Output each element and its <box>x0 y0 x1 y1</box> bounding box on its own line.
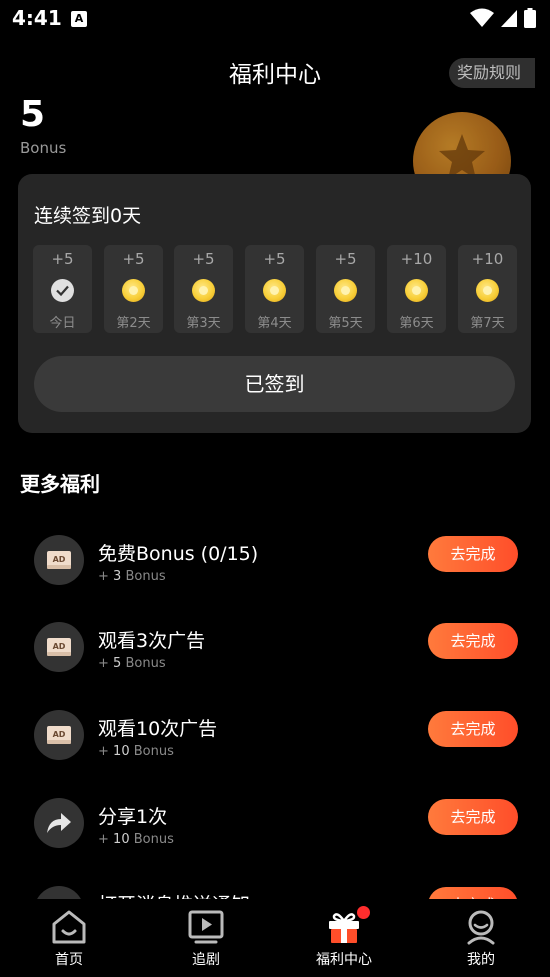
coin-icon <box>334 279 357 302</box>
svg-text:AD: AD <box>53 642 66 651</box>
nav-label: 追剧 <box>192 952 220 968</box>
checkin-day-6: +10 第6天 <box>387 245 446 333</box>
day-label: 第6天 <box>399 316 434 331</box>
day-label: 第3天 <box>186 316 221 331</box>
checkin-streak-title: 连续签到0天 <box>34 205 142 227</box>
profile-icon <box>467 910 495 945</box>
more-benefits-title: 更多福利 <box>20 472 100 496</box>
home-icon <box>52 910 86 944</box>
day-label: 第5天 <box>328 316 363 331</box>
day-reward: +5 <box>334 250 357 268</box>
checkin-card: 连续签到0天 +5 今日 +5 第2天 +5 第3天 +5 第4天 +5 第5天 <box>18 174 531 433</box>
check-icon <box>51 279 74 302</box>
ad-icon: AD <box>34 535 84 585</box>
svg-text:AD: AD <box>53 730 66 739</box>
day-label: 第2天 <box>116 316 151 331</box>
day-reward: +5 <box>51 250 74 268</box>
task-item: AD 观看3次广告 + 5 Bonus 去完成 <box>0 622 550 682</box>
day-label: 今日 <box>49 316 76 331</box>
status-icons <box>470 8 536 28</box>
checkin-day-2: +5 第2天 <box>104 245 163 333</box>
nav-label: 我的 <box>467 952 495 968</box>
wifi-icon <box>470 8 494 27</box>
day-reward: +5 <box>192 250 215 268</box>
day-reward: +10 <box>471 250 504 268</box>
nav-item-drama[interactable]: 追剧 <box>137 899 275 977</box>
coin-icon <box>263 279 286 302</box>
nav-label: 首页 <box>55 952 83 968</box>
coin-icon <box>122 279 145 302</box>
day-reward: +5 <box>263 250 286 268</box>
task-complete-button[interactable]: 去完成 <box>428 711 518 747</box>
play-icon <box>188 910 224 944</box>
day-label: 第4天 <box>257 316 292 331</box>
svg-text:AD: AD <box>53 555 66 564</box>
nav-badge-dot <box>357 906 370 919</box>
nav-item-profile[interactable]: 我的 <box>412 899 550 977</box>
day-reward: +10 <box>400 250 433 268</box>
task-complete-button[interactable]: 去完成 <box>428 623 518 659</box>
nav-item-welfare[interactable]: 福利中心 <box>275 899 413 977</box>
reward-rules-button[interactable]: 奖励规则 <box>449 58 535 88</box>
coin-icon <box>192 279 215 302</box>
task-title: 免费Bonus (0/15) <box>98 543 259 565</box>
coin-icon <box>405 279 428 302</box>
task-complete-button[interactable]: 去完成 <box>428 536 518 572</box>
task-title: 观看3次广告 <box>98 630 206 652</box>
bonus-balance-label: Bonus <box>20 139 67 157</box>
day-label: 第7天 <box>470 316 505 331</box>
checkin-day-5: +5 第5天 <box>316 245 375 333</box>
checkin-days-row: +5 今日 +5 第2天 +5 第3天 +5 第4天 +5 第5天 +10 第6… <box>33 245 517 333</box>
task-reward: + 5 Bonus <box>98 656 166 671</box>
bottom-nav: 首页 追剧 福利中心 我的 <box>0 899 550 977</box>
task-item: 分享1次 + 10 Bonus 去完成 <box>0 798 550 858</box>
nav-label: 福利中心 <box>316 952 372 968</box>
share-icon <box>34 798 84 848</box>
checkin-day-3: +5 第3天 <box>174 245 233 333</box>
signal-icon <box>501 10 517 27</box>
notification-icon: A <box>71 11 87 27</box>
ad-icon: AD <box>34 622 84 672</box>
bonus-balance: 5 <box>20 94 46 135</box>
task-title: 观看10次广告 <box>98 718 218 740</box>
checkin-day-4: +5 第4天 <box>245 245 304 333</box>
task-title: 分享1次 <box>98 806 168 828</box>
task-item: AD 观看10次广告 + 10 Bonus 去完成 <box>0 710 550 770</box>
status-time: 4:41 <box>12 6 62 30</box>
status-bar: 4:41 A <box>0 0 550 38</box>
task-item: AD 免费Bonus (0/15) + 3 Bonus 去完成 <box>0 535 550 595</box>
task-complete-button[interactable]: 去完成 <box>428 799 518 835</box>
day-reward: +5 <box>122 250 145 268</box>
coin-icon <box>476 279 499 302</box>
task-reward: + 10 Bonus <box>98 744 174 759</box>
task-reward: + 3 Bonus <box>98 569 166 584</box>
checkin-day-7: +10 第7天 <box>458 245 517 333</box>
battery-icon <box>524 8 536 28</box>
task-reward: + 10 Bonus <box>98 832 174 847</box>
checkin-day-1: +5 今日 <box>33 245 92 333</box>
ad-icon: AD <box>34 710 84 760</box>
signed-in-button[interactable]: 已签到 <box>34 356 515 412</box>
nav-item-home[interactable]: 首页 <box>0 899 138 977</box>
